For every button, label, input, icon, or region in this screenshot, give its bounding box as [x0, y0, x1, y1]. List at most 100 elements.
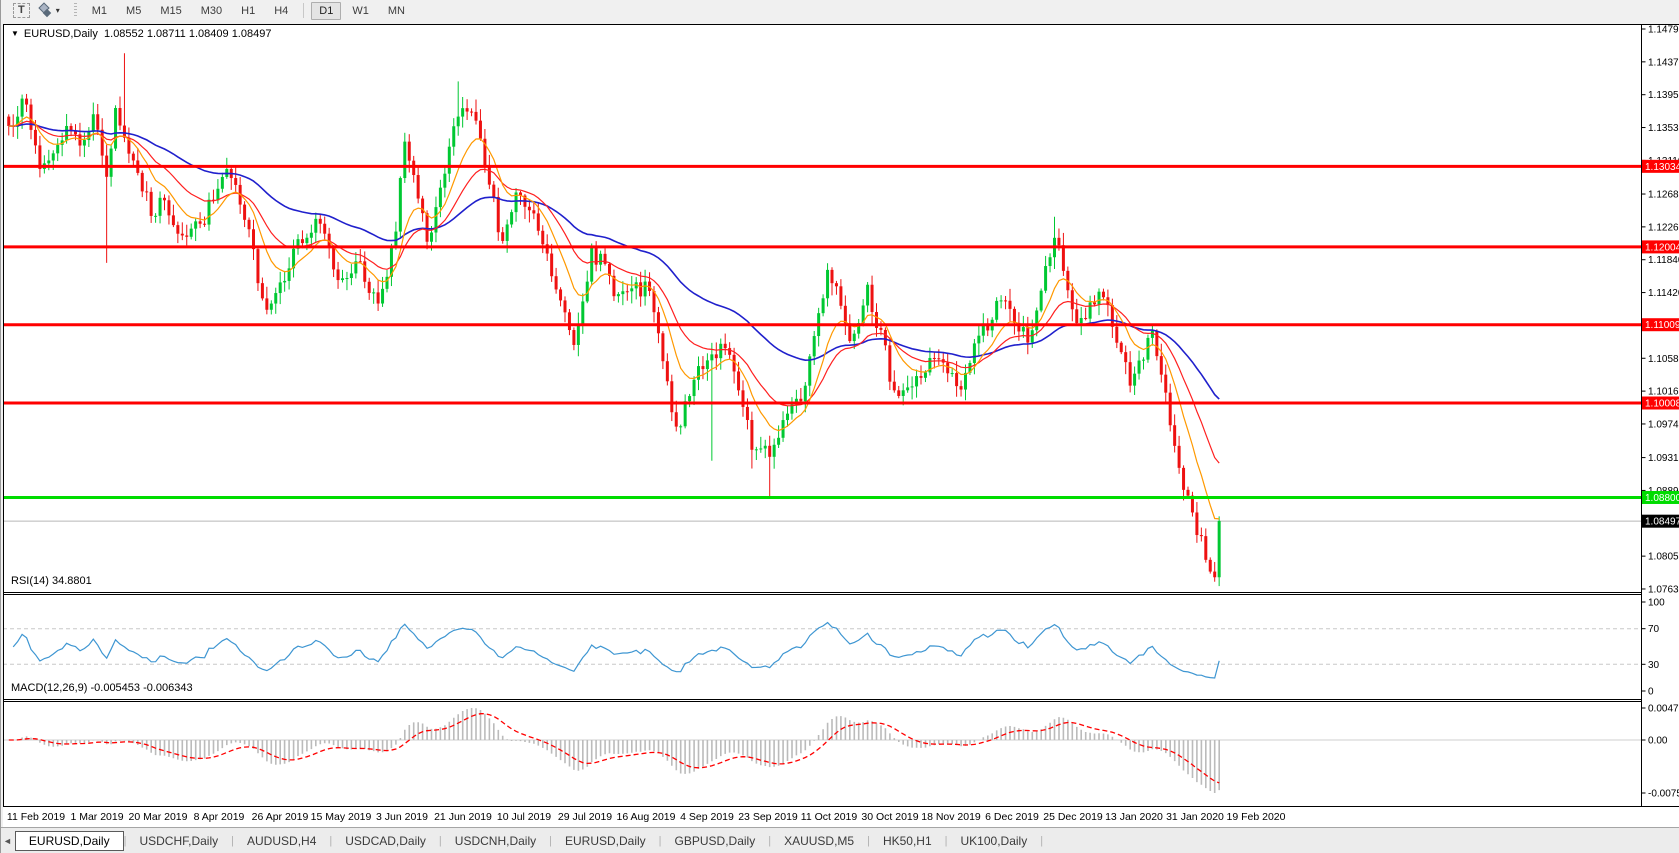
- price-line-badge-label: 1.08497: [1645, 517, 1679, 528]
- chevron-down-icon[interactable]: ▼: [11, 29, 19, 38]
- tab-eurusd-daily[interactable]: EURUSD,Daily: [552, 831, 659, 851]
- date-axis: 11 Feb 20191 Mar 201920 Mar 20198 Apr 20…: [3, 807, 1679, 827]
- price-axis-label: 1.14370: [1648, 57, 1679, 68]
- shapes-tool-button[interactable]: ▾: [35, 2, 65, 19]
- price-axis-label: 1.11840: [1648, 255, 1679, 266]
- price-line-badge-label: 1.13034: [1645, 162, 1679, 173]
- price-line-badge: 1.08497: [1642, 515, 1679, 528]
- timeframe-button-h4[interactable]: H4: [266, 2, 296, 20]
- price-axis-label: 1.13950: [1648, 90, 1679, 101]
- date-axis-label: 30 Oct 2019: [861, 811, 918, 823]
- toolbar-separator: [303, 3, 304, 18]
- toolbar-grip[interactable]: [74, 3, 77, 18]
- price-chart[interactable]: 1.147901.143701.139501.135301.131101.126…: [3, 24, 1679, 807]
- macd-name: MACD(12,26,9): [11, 682, 87, 694]
- terminal-window: T ▾ M1M5M15M30H1H4 D1W1MN 1.14790 1.14370 1…: [0, 0, 1679, 853]
- timeframe-button-m15[interactable]: M15: [152, 2, 189, 20]
- timeframe-button-d1[interactable]: D1: [311, 2, 341, 20]
- timeframe-button-group: M1M5M15M30H1H4 D1W1MN: [84, 2, 413, 20]
- date-axis-label: 15 May 2019: [311, 811, 372, 823]
- date-axis-label: 25 Dec 2019: [1043, 811, 1103, 823]
- rsi-axis-label: 100: [1648, 598, 1665, 609]
- tab-usdcnh-daily[interactable]: USDCNH,Daily: [442, 831, 549, 851]
- ohlc-low: 1.08409: [189, 28, 229, 40]
- tab-xauusd-m5[interactable]: XAUUSD,M5: [771, 831, 867, 851]
- price-axis-label: 1.12680: [1648, 190, 1679, 201]
- chart-background: [3, 24, 1679, 807]
- chart-tab-bar: ◄ EURUSD,Daily|USDCHF,Daily|AUDUSD,H4|US…: [1, 827, 1679, 853]
- tab-audusd-h4[interactable]: AUDUSD,H4: [234, 831, 329, 851]
- date-axis-label: 19 Feb 2020: [1227, 811, 1286, 823]
- date-axis-label: 8 Apr 2019: [194, 811, 245, 823]
- toolbar: T ▾ M1M5M15M30H1H4 D1W1MN: [1, 0, 1679, 21]
- rsi-axis-label: 30: [1648, 660, 1660, 671]
- tab-hk50-h1[interactable]: HK50,H1: [870, 831, 945, 851]
- date-axis-label: 26 Apr 2019: [252, 811, 309, 823]
- ohlc-high: 1.08711: [147, 28, 186, 40]
- price-axis-label: 1.11420: [1648, 288, 1679, 299]
- date-axis-label: 31 Jan 2020: [1166, 811, 1224, 823]
- macd-indicator-label: MACD(12,26,9) -0.005453 -0.006343: [11, 682, 193, 694]
- timeframe-button-w1[interactable]: W1: [344, 2, 377, 20]
- timeframe-button-m5[interactable]: M5: [118, 2, 149, 20]
- price-axis-label: 1.14790: [1648, 25, 1679, 36]
- rsi-name: RSI(14): [11, 575, 49, 587]
- tab-scroll-left-icon[interactable]: ◄: [1, 836, 15, 846]
- date-axis-label: 18 Nov 2019: [921, 811, 981, 823]
- rsi-value: 34.8801: [52, 575, 92, 587]
- ohlc-open: 1.08552: [104, 28, 144, 40]
- tab-gbpusd-daily[interactable]: GBPUSD,Daily: [662, 831, 769, 851]
- price-line-badge: 1.08800: [1642, 491, 1679, 504]
- price-line-badge-label: 1.08800: [1645, 493, 1679, 504]
- date-axis-label: 29 Jul 2019: [558, 811, 612, 823]
- rsi-indicator-label: RSI(14) 34.8801: [11, 575, 92, 587]
- date-axis-label: 10 Jul 2019: [497, 811, 551, 823]
- macd-axis-label: 0.00: [1648, 736, 1668, 747]
- tab-separator: |: [1040, 835, 1043, 847]
- chevron-down-icon: ▾: [56, 6, 60, 15]
- price-axis-label: 1.10160: [1648, 387, 1679, 398]
- price-axis-label: 1.09740: [1648, 419, 1679, 430]
- price-line-badge-label: 1.10008: [1645, 399, 1679, 410]
- price-axis-label: 1.09310: [1648, 453, 1679, 464]
- tab-usdchf-daily[interactable]: USDCHF,Daily: [126, 831, 231, 851]
- price-line-badge: 1.11009: [1642, 318, 1679, 331]
- tab-eurusd-daily[interactable]: EURUSD,Daily: [15, 831, 124, 851]
- price-line-badge: 1.10008: [1642, 397, 1679, 410]
- chart-header: ▼ EURUSD,Daily 1.08552 1.08711 1.08409 1.…: [11, 28, 271, 40]
- date-axis-label: 21 Jun 2019: [434, 811, 492, 823]
- date-axis-label: 11 Feb 2019: [7, 811, 65, 823]
- price-axis-label: 1.13530: [1648, 123, 1679, 134]
- price-line-badge: 1.12004: [1642, 240, 1679, 253]
- macd-axis-label: -0.00758: [1648, 789, 1679, 800]
- text-tool-button[interactable]: T: [8, 2, 35, 19]
- price-axis-label: 1.07630: [1648, 584, 1679, 595]
- price-axis-label: 1.08050: [1648, 552, 1679, 563]
- timeframe-button-mn[interactable]: MN: [380, 2, 413, 20]
- macd-axis-label: 0.004738: [1648, 704, 1679, 715]
- chart-window: 1.147901.143701.139501.135301.131101.126…: [3, 24, 1679, 807]
- tab-uk100-daily[interactable]: UK100,Daily: [948, 831, 1041, 851]
- date-axis-label: 23 Sep 2019: [738, 811, 798, 823]
- timeframe-button-m1[interactable]: M1: [84, 2, 115, 20]
- date-axis-label: 3 Jun 2019: [376, 811, 428, 823]
- date-axis-label: 4 Sep 2019: [680, 811, 734, 823]
- macd-value: -0.005453 -0.006343: [90, 682, 192, 694]
- date-axis-label: 16 Aug 2019: [617, 811, 676, 823]
- ohlc-close: 1.08497: [232, 28, 272, 40]
- rsi-axis-label: 70: [1648, 624, 1660, 635]
- text-tool-icon: T: [13, 3, 30, 18]
- price-line-badge-label: 1.11009: [1645, 320, 1679, 331]
- price-line-badge: 1.13034: [1642, 160, 1679, 173]
- timeframe-button-h1[interactable]: H1: [233, 2, 263, 20]
- price-line-badge-label: 1.12004: [1645, 242, 1679, 253]
- date-axis-label: 6 Dec 2019: [985, 811, 1039, 823]
- timeframe-button-m30[interactable]: M30: [193, 2, 230, 20]
- price-axis-label: 1.10580: [1648, 354, 1679, 365]
- date-axis-label: 13 Jan 2020: [1105, 811, 1163, 823]
- tab-usdcad-daily[interactable]: USDCAD,Daily: [332, 831, 439, 851]
- rsi-axis-label: 0: [1648, 687, 1654, 698]
- chart-symbol-label: EURUSD,Daily: [24, 28, 98, 40]
- date-axis-label: 1 Mar 2019: [70, 811, 123, 823]
- price-axis-label: 1.12260: [1648, 222, 1679, 233]
